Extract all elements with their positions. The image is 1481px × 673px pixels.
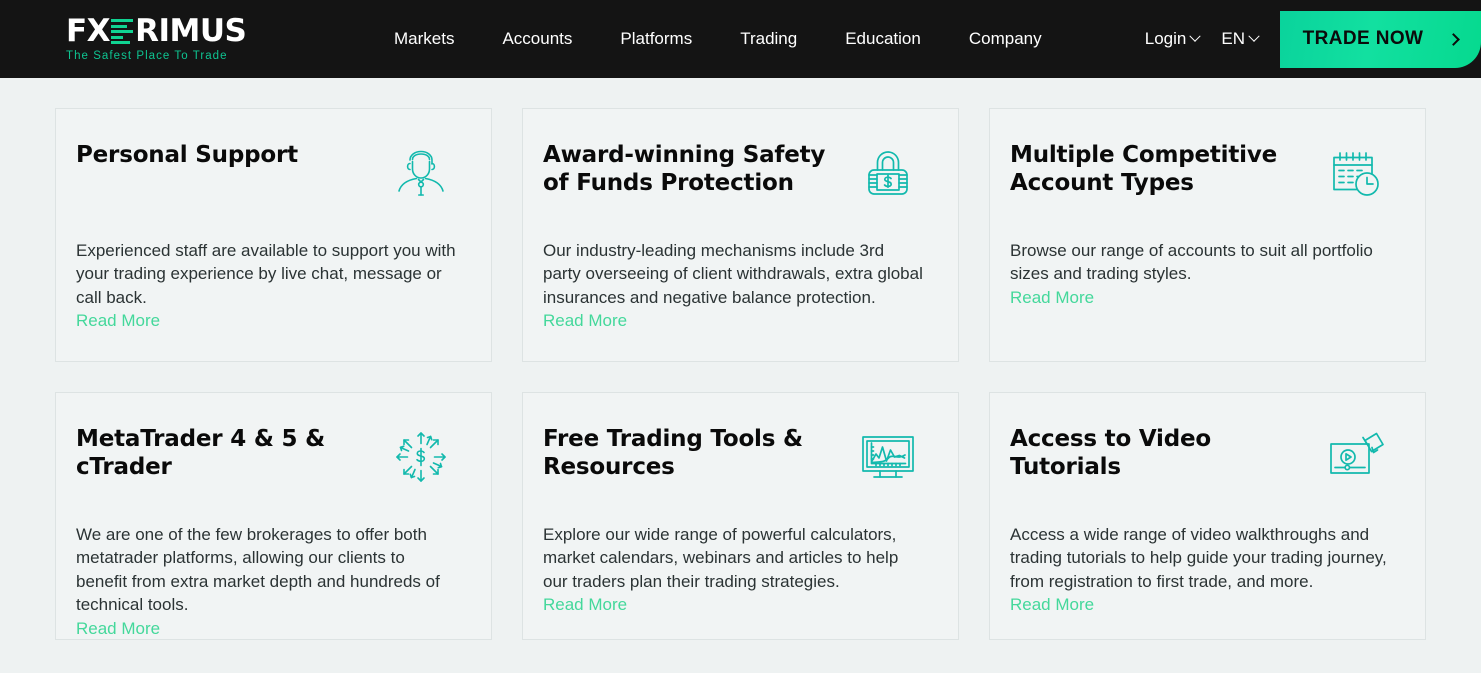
card-title: MetaTrader 4 & 5 & cTrader [76, 426, 325, 481]
card-description: We are one of the few brokerages to offe… [76, 525, 440, 615]
card-body: Access a wide range of video walkthrough… [1010, 523, 1391, 617]
card-header: Multiple Competitive Account Types [1010, 141, 1391, 215]
card-header: Access to Video Tutorials [1010, 425, 1391, 499]
site-logo[interactable]: FX RIMUS The Safest Place To Trade [66, 12, 266, 62]
support-agent-person-icon [391, 143, 451, 203]
card-body: We are one of the few brokerages to offe… [76, 523, 457, 640]
video-player-camera-icon [1325, 427, 1385, 487]
read-more-link[interactable]: Read More [543, 593, 627, 616]
read-more-link[interactable]: Read More [76, 617, 160, 640]
calendar-clock-icon [1325, 143, 1385, 203]
nav-item-education[interactable]: Education [821, 19, 945, 59]
read-more-link[interactable]: Read More [76, 309, 160, 332]
card-title: Access to Video Tutorials [1010, 426, 1212, 481]
logo-tagline: The Safest Place To Trade [66, 50, 228, 62]
feature-card-personal-support[interactable]: Personal Support Experienced staff are a… [55, 108, 492, 362]
card-body: Experienced staff are available to suppo… [76, 239, 457, 333]
feature-card-video-tutorials[interactable]: Access to Video Tutorials Access a wide … [989, 392, 1426, 640]
logo-text-fx: FX [66, 12, 111, 49]
card-body: Explore our wide range of powerful calcu… [543, 523, 924, 617]
language-label: EN [1221, 29, 1245, 48]
chevron-right-icon [1447, 32, 1461, 46]
login-dropdown[interactable]: Login [1144, 29, 1202, 49]
card-body: Our industry-leading mechanisms include … [543, 239, 924, 333]
trade-now-button[interactable]: TRADE NOW [1280, 10, 1481, 68]
card-description: Access a wide range of video walkthrough… [1010, 525, 1387, 591]
bar-chart-bars-icon [111, 18, 134, 44]
logo-wordmark: FX RIMUS [66, 12, 266, 49]
feature-card-metatrader[interactable]: MetaTrader 4 & 5 & cTrader We are one of… [55, 392, 492, 640]
site-header: FX RIMUS The Safest Place To Trade Marke… [0, 0, 1481, 78]
read-more-link[interactable]: Read More [543, 309, 627, 332]
card-header: Free Trading Tools & Resources [543, 425, 924, 499]
feature-card-account-types[interactable]: Multiple Competitive Account Types Brows… [989, 108, 1426, 362]
card-header: MetaTrader 4 & 5 & cTrader [76, 425, 457, 499]
read-more-link[interactable]: Read More [1010, 593, 1094, 616]
monitor-line-chart-icon [858, 427, 918, 487]
card-description: Experienced staff are available to suppo… [76, 241, 456, 307]
card-title: Free Trading Tools & Resources [543, 426, 803, 481]
feature-cards-grid: Personal Support Experienced staff are a… [55, 108, 1426, 640]
header-actions: Login EN TRADE NOW [1145, 0, 1481, 78]
feature-card-trading-tools[interactable]: Free Trading Tools & Resources Explore o… [522, 392, 959, 640]
card-header: Award-winning Safety of Funds Protection [543, 141, 924, 215]
card-title: Personal Support [76, 142, 298, 168]
card-header: Personal Support [76, 141, 457, 215]
card-body: Browse our range of accounts to suit all… [1010, 239, 1391, 309]
nav-item-trading[interactable]: Trading [716, 19, 821, 59]
padlock-dollar-icon [858, 143, 918, 203]
feature-cards-section: Personal Support Experienced staff are a… [0, 78, 1481, 673]
trade-now-label: TRADE NOW [1302, 28, 1424, 49]
nav-item-markets[interactable]: Markets [370, 19, 478, 59]
login-label: Login [1144, 29, 1187, 48]
nav-item-accounts[interactable]: Accounts [478, 19, 596, 59]
card-description: Our industry-leading mechanisms include … [543, 241, 923, 307]
card-title: Multiple Competitive Account Types [1010, 142, 1278, 197]
card-description: Explore our wide range of powerful calcu… [543, 525, 899, 591]
read-more-link[interactable]: Read More [1010, 286, 1094, 309]
feature-card-funds-protection[interactable]: Award-winning Safety of Funds Protection [522, 108, 959, 362]
card-description: Browse our range of accounts to suit all… [1010, 241, 1373, 284]
card-title: Award-winning Safety of Funds Protection [543, 142, 826, 197]
nav-item-company[interactable]: Company [945, 19, 1066, 59]
main-navigation: Markets Accounts Platforms Trading Educa… [370, 19, 1066, 59]
logo-text-rimus: RIMUS [135, 12, 247, 49]
chevron-down-icon [1189, 30, 1202, 42]
chevron-down-icon [1248, 30, 1260, 42]
dollar-arrows-expand-icon [391, 427, 451, 487]
language-dropdown[interactable]: EN [1221, 29, 1260, 49]
nav-item-platforms[interactable]: Platforms [596, 19, 716, 59]
